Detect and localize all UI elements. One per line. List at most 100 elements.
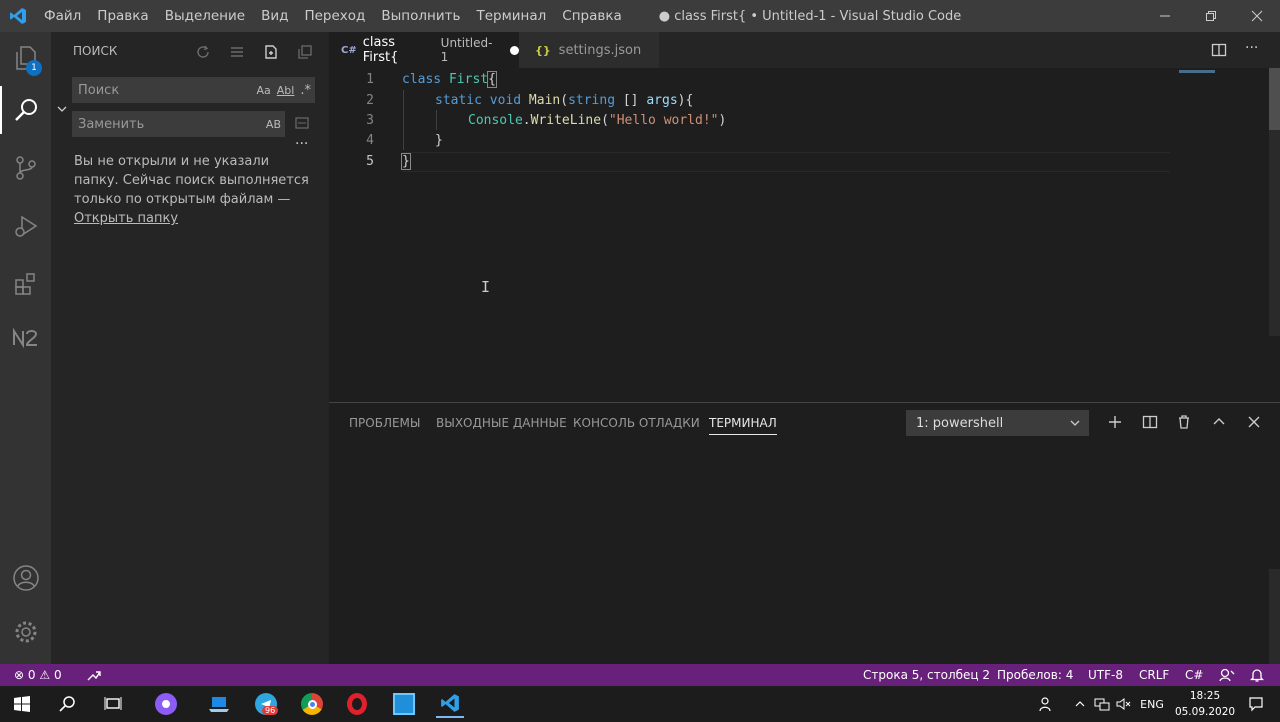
tab-terminal[interactable]: ТЕРМИНАЛ	[709, 416, 777, 435]
alice-app-icon[interactable]	[152, 690, 180, 718]
token: "Hello world!"	[608, 113, 719, 128]
menu-terminal[interactable]: Терминал	[468, 8, 554, 24]
people-icon[interactable]	[1032, 690, 1060, 718]
accounts-icon[interactable]	[0, 554, 51, 602]
token: .	[522, 113, 531, 128]
scrollbar-thumb[interactable]	[1269, 68, 1280, 130]
encoding[interactable]: UTF-8	[1088, 668, 1123, 682]
task-view-icon[interactable]	[99, 690, 127, 718]
replace-input[interactable]	[78, 116, 238, 132]
run-debug-icon[interactable]	[0, 202, 51, 250]
tab-problems[interactable]: ПРОБЛЕМЫ	[349, 416, 420, 430]
more-actions-icon[interactable]: ···	[1245, 40, 1258, 56]
laptop-app-icon[interactable]	[205, 690, 233, 718]
live-share-icon[interactable]	[86, 668, 102, 685]
token: (	[601, 113, 609, 128]
code-line-4: }	[435, 133, 443, 148]
tab-output[interactable]: ВЫХОДНЫЕ ДАННЫЕ	[436, 416, 567, 430]
telegram-badge: 96	[262, 706, 279, 715]
indentation[interactable]: Пробелов: 4	[997, 668, 1073, 682]
nuget-icon[interactable]	[0, 314, 51, 362]
close-icon[interactable]	[1234, 0, 1280, 32]
telegram-icon[interactable]: 96	[252, 690, 280, 718]
split-editor-icon[interactable]	[1211, 42, 1227, 62]
minimize-icon[interactable]	[1142, 0, 1188, 32]
explorer-icon[interactable]: 1	[0, 34, 51, 82]
tab-class-first[interactable]: C# class First{ Untitled-1	[329, 32, 519, 68]
taskbar-search-icon[interactable]	[54, 690, 82, 718]
new-terminal-icon[interactable]	[1104, 411, 1126, 433]
indent-guide	[403, 90, 404, 150]
terminal-scrollbar[interactable]	[1269, 569, 1280, 665]
input-language[interactable]: ENG	[1138, 690, 1166, 718]
opera-icon[interactable]	[343, 690, 371, 718]
error-icon: ⊗	[14, 668, 25, 682]
feedback-icon[interactable]	[1219, 668, 1235, 685]
menu-run[interactable]: Выполнить	[373, 8, 468, 24]
match-case-toggle[interactable]: Aa	[257, 84, 271, 97]
problems-status[interactable]: ⊗ 0 ⚠ 0	[14, 668, 62, 682]
menu-edit[interactable]: Правка	[89, 8, 156, 24]
cursor-position[interactable]: Строка 5, столбец 2	[863, 668, 990, 682]
line-number: 2	[366, 93, 374, 108]
bottom-panel: ПРОБЛЕМЫ ВЫХОДНЫЕ ДАННЫЕ КОНСОЛЬ ОТЛАДКИ…	[329, 402, 1280, 665]
token: string	[568, 93, 616, 108]
terminal-select-value: 1: powershell	[916, 415, 1004, 431]
maximize-panel-icon[interactable]	[1208, 411, 1230, 433]
settings-gear-icon[interactable]	[0, 608, 51, 656]
split-terminal-icon[interactable]	[1139, 411, 1161, 433]
open-folder-link[interactable]: Открыть папку	[74, 211, 178, 226]
token: args	[646, 93, 678, 108]
match-whole-word-toggle[interactable]: Abl	[277, 84, 295, 97]
action-center-icon[interactable]	[1242, 690, 1270, 718]
replace-all-icon[interactable]	[294, 115, 310, 135]
tab-settings-json[interactable]: {} settings.json	[519, 32, 659, 68]
restore-icon[interactable]	[1188, 0, 1234, 32]
scrollbar[interactable]	[1269, 68, 1280, 336]
toggle-search-details-icon[interactable]: ···	[295, 136, 308, 152]
use-regex-toggle[interactable]: .*	[300, 83, 311, 98]
search-icon[interactable]	[0, 86, 51, 134]
terminal-select[interactable]: 1: powershell	[906, 410, 1089, 436]
volume-muted-icon[interactable]	[1110, 690, 1138, 718]
clock[interactable]: 18:25 05.09.2020	[1172, 688, 1238, 720]
preserve-case-toggle[interactable]: AB	[266, 118, 281, 131]
sidebar-actions	[192, 42, 315, 62]
token: ){	[677, 93, 694, 108]
refresh-icon[interactable]	[192, 42, 213, 62]
token: class	[402, 72, 442, 87]
tab-debug-console[interactable]: КОНСОЛЬ ОТЛАДКИ	[573, 416, 700, 430]
collapse-all-icon[interactable]	[294, 42, 315, 62]
menu-view[interactable]: Вид	[253, 8, 296, 24]
token: {	[487, 71, 497, 88]
warning-count: 0	[53, 668, 62, 682]
unsaved-dot-icon[interactable]	[510, 45, 519, 55]
vscode-taskbar-icon[interactable]	[436, 690, 464, 718]
end-of-line[interactable]: CRLF	[1139, 668, 1169, 682]
window-controls	[1142, 0, 1280, 32]
code-editor[interactable]: 1 2 3 4 5 class First{ static void Main(…	[329, 68, 1280, 402]
app-icon[interactable]	[390, 690, 418, 718]
token: Main	[528, 93, 561, 108]
language-mode[interactable]: C#	[1185, 668, 1203, 682]
json-file-icon: {}	[535, 43, 551, 57]
menu-go[interactable]: Переход	[296, 8, 373, 24]
menu-selection[interactable]: Выделение	[157, 8, 253, 24]
menu-file[interactable]: Файл	[36, 8, 89, 24]
extensions-icon[interactable]	[0, 260, 51, 308]
search-input-box: Aa Abl .*	[72, 77, 315, 103]
text-cursor-icon: I	[481, 278, 491, 296]
minimap[interactable]	[1179, 68, 1279, 78]
search-input[interactable]	[78, 82, 238, 98]
token: First	[448, 72, 489, 87]
close-panel-icon[interactable]	[1243, 411, 1265, 433]
notifications-bell-icon[interactable]	[1249, 667, 1265, 686]
toggle-replace-chevron-icon[interactable]	[56, 100, 68, 119]
new-search-editor-icon[interactable]	[260, 42, 281, 62]
windows-start-icon[interactable]	[8, 690, 36, 718]
windows-taskbar: 96 ENG 18:25 05.09.2020	[0, 686, 1280, 722]
chrome-icon[interactable]	[298, 690, 326, 718]
source-control-icon[interactable]	[0, 144, 51, 192]
clear-results-icon[interactable]	[226, 42, 247, 62]
kill-terminal-trash-icon[interactable]	[1173, 411, 1195, 433]
